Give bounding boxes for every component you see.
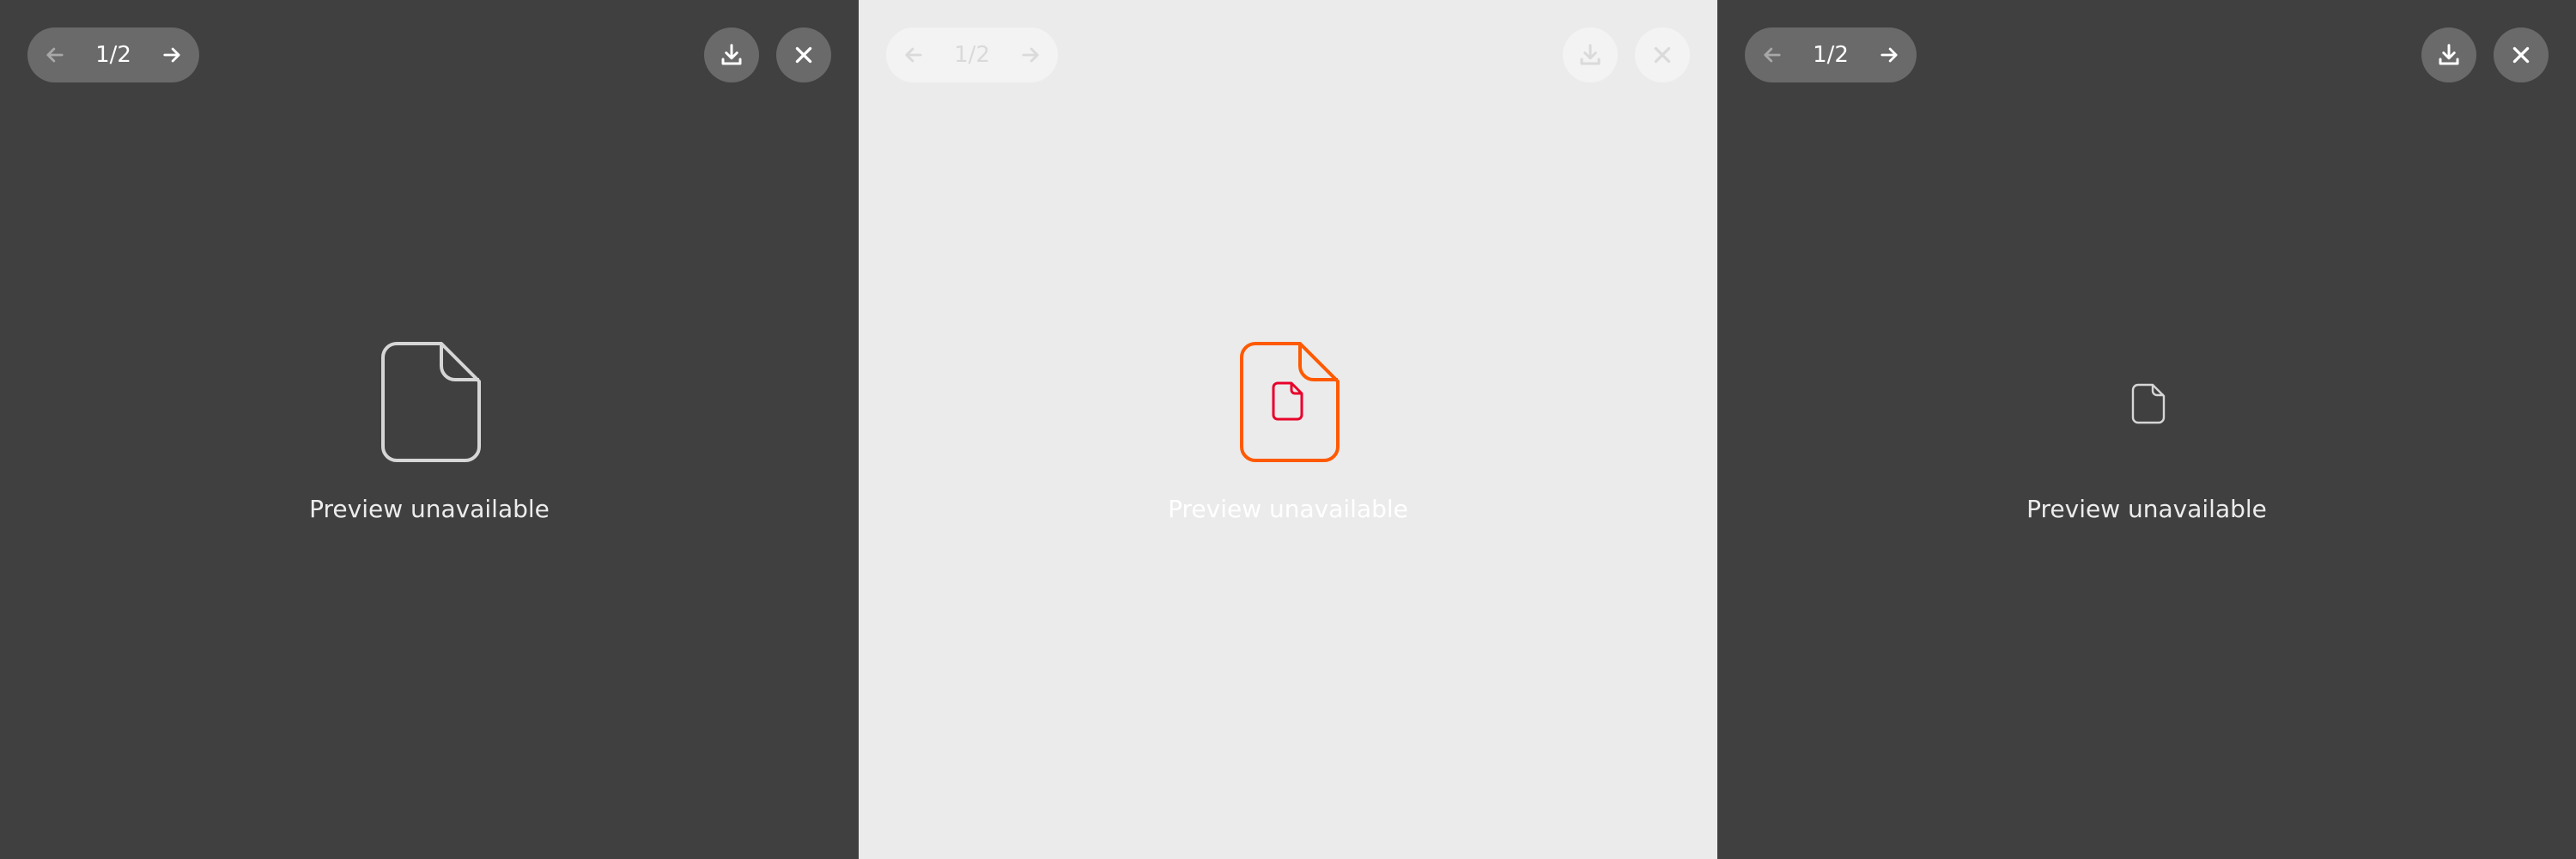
download-icon xyxy=(2439,44,2459,65)
file-icon xyxy=(2131,383,2166,424)
download-icon xyxy=(1580,44,1601,65)
download-icon xyxy=(721,44,742,65)
close-icon xyxy=(2512,46,2530,64)
preview-unavailable-message: Preview unavailable xyxy=(2026,495,2267,523)
previous-page-button[interactable] xyxy=(898,40,929,70)
preview-unavailable-message: Preview unavailable xyxy=(1168,495,1408,523)
page-counter: 1/2 xyxy=(95,42,131,68)
arrow-right-icon xyxy=(1880,47,1898,63)
page-navigator: 1/2 xyxy=(1745,27,1917,82)
file-preview-panel: 1/2 Preview unavailable xyxy=(859,0,1717,859)
download-button[interactable] xyxy=(1563,27,1618,82)
close-icon xyxy=(1654,46,1671,64)
previous-page-button[interactable] xyxy=(39,40,70,70)
arrow-right-icon xyxy=(163,47,180,63)
next-page-button[interactable] xyxy=(1015,40,1046,70)
file-icon xyxy=(1240,342,1340,462)
close-button[interactable] xyxy=(1635,27,1690,82)
page-counter: 1/2 xyxy=(1813,42,1849,68)
previous-page-button[interactable] xyxy=(1757,40,1788,70)
close-button[interactable] xyxy=(776,27,831,82)
next-page-button[interactable] xyxy=(156,40,187,70)
arrow-left-icon xyxy=(1764,47,1781,63)
next-page-button[interactable] xyxy=(1874,40,1905,70)
page-counter: 1/2 xyxy=(954,42,990,68)
download-button[interactable] xyxy=(704,27,759,82)
file-icon-container xyxy=(381,342,481,462)
file-icon xyxy=(381,342,481,462)
file-icon-container xyxy=(1240,342,1340,462)
preview-unavailable-message: Preview unavailable xyxy=(309,495,550,523)
file-preview-panel: 1/2 Preview unavailable xyxy=(1717,0,2576,859)
page-navigator: 1/2 xyxy=(886,27,1058,82)
file-icon-container xyxy=(2131,383,2166,424)
arrow-left-icon xyxy=(905,47,922,63)
arrow-left-icon xyxy=(46,47,64,63)
close-button[interactable] xyxy=(2494,27,2549,82)
close-icon xyxy=(795,46,812,64)
page-navigator: 1/2 xyxy=(27,27,199,82)
file-preview-panel: 1/2 Preview unavailable xyxy=(0,0,859,859)
download-button[interactable] xyxy=(2421,27,2476,82)
arrow-right-icon xyxy=(1022,47,1039,63)
